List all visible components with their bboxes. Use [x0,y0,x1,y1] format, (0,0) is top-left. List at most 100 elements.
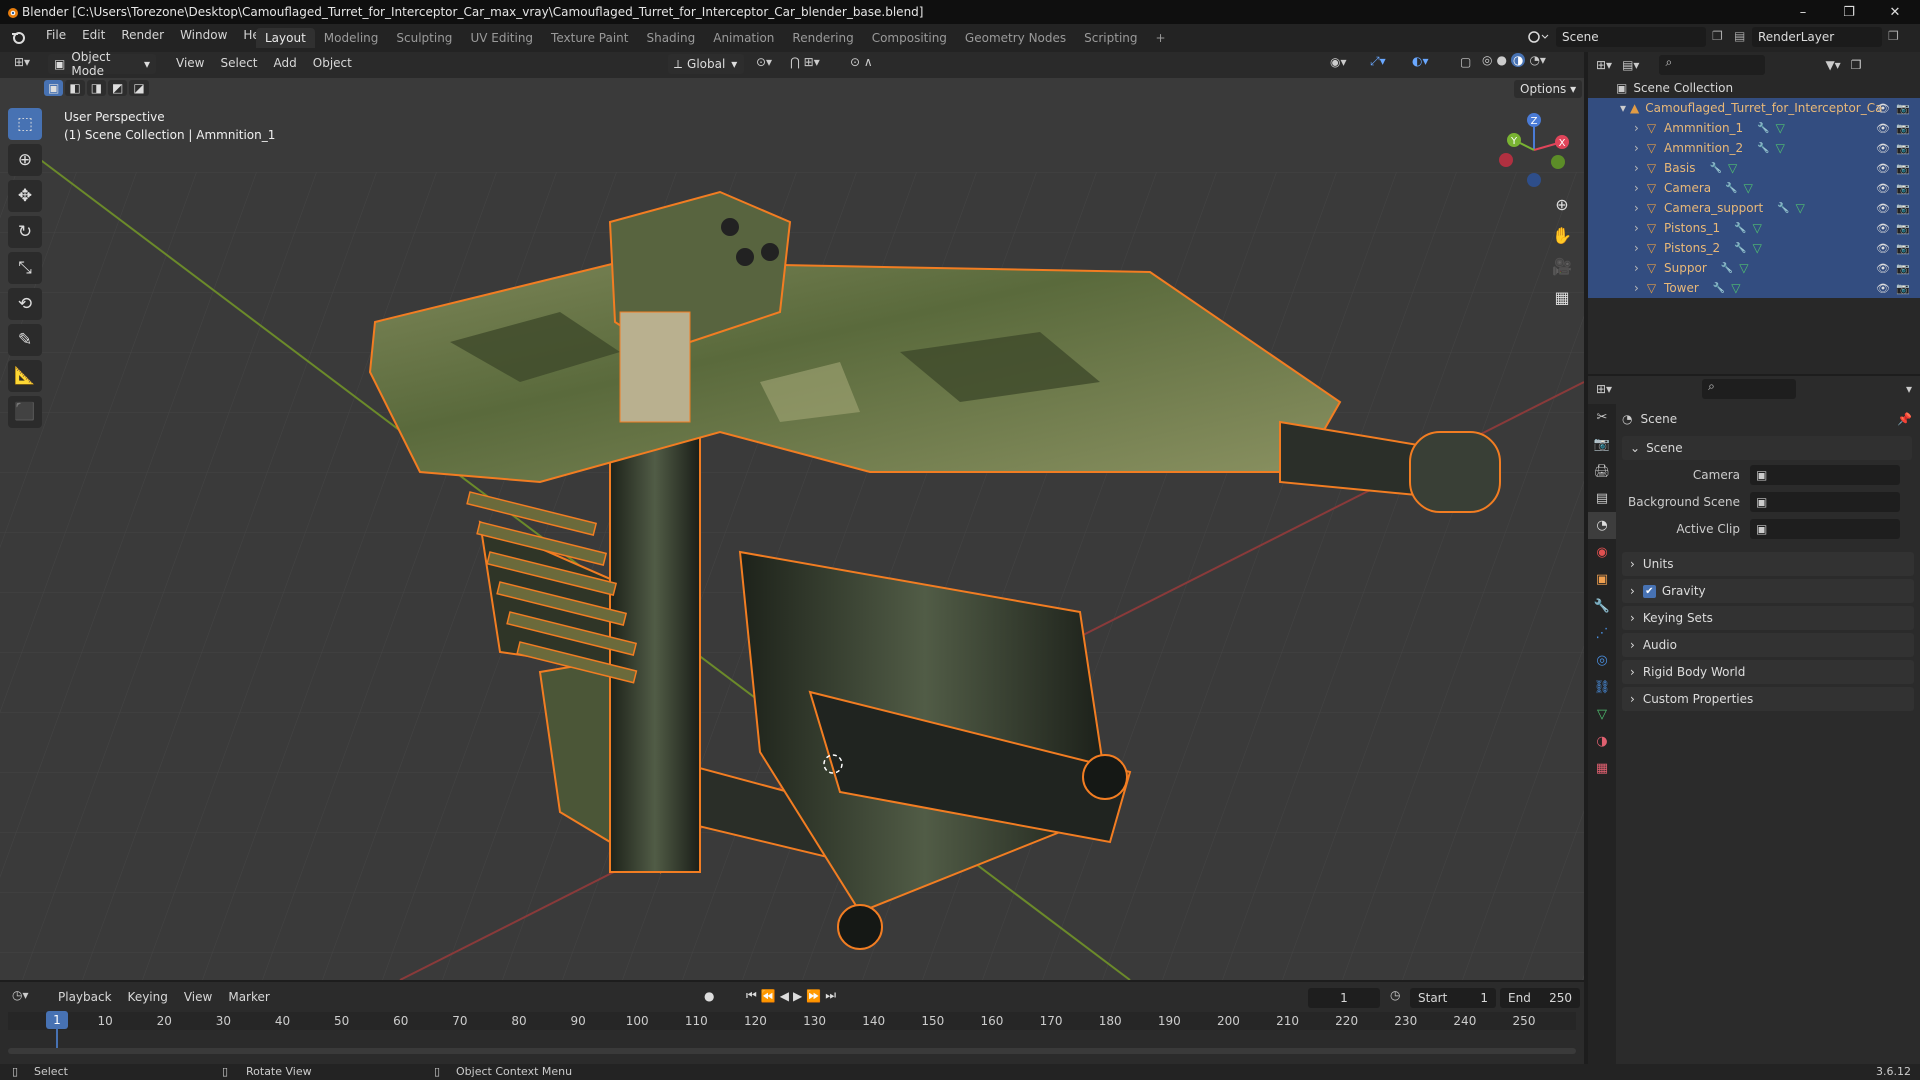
expand-icon[interactable]: › [1634,181,1639,195]
tab-shading[interactable]: Shading [637,28,704,48]
visibility-eye-icon[interactable]: 👁 [1876,182,1890,195]
visibility-eye-icon[interactable]: 👁 [1876,222,1890,235]
render-camera-icon[interactable]: 📷 [1896,282,1910,295]
prev-keyframe-icon[interactable]: ⏪ [761,989,776,1003]
expand-icon[interactable]: › [1634,261,1639,275]
expand-icon[interactable]: ▾ [1620,101,1626,115]
visibility-eye-icon[interactable]: 👁 [1876,102,1890,115]
tab-add[interactable]: + [1147,28,1175,48]
gravity-checkbox[interactable]: ✔ [1642,584,1656,598]
transform-tool-icon[interactable]: ⟲ [8,288,42,320]
properties-search-input[interactable]: ⌕ [1702,379,1796,399]
panel-audio[interactable]: › Audio [1622,633,1914,657]
pan-hand-icon[interactable]: ✋ [1548,221,1576,249]
menu-window[interactable]: Window [172,28,235,42]
field-value-active-clip[interactable]: ▣ [1750,518,1900,539]
new-scene-icon[interactable]: ❐ [1712,29,1723,43]
outliner-object-row[interactable]: › ▽ Ammnition_2 🔧 ▽ 👁 📷 [1588,138,1920,158]
tab-sculpting[interactable]: Sculpting [387,28,461,48]
rendered-shading-icon[interactable]: ◔▾ [1529,53,1546,67]
view-layer-field[interactable]: RenderLayer [1752,27,1882,47]
maximize-button[interactable]: ❐ [1826,0,1872,24]
viewport-menu-select[interactable]: Select [212,56,265,70]
viewport-menu-add[interactable]: Add [266,56,305,70]
expand-icon[interactable]: › [1634,281,1639,295]
snap-icon[interactable]: ⋂ ⊞▾ [790,55,820,69]
expand-icon[interactable]: › [1634,201,1639,215]
render-camera-icon[interactable]: 📷 [1896,202,1910,215]
close-button[interactable]: ✕ [1872,0,1918,24]
outliner-object-row[interactable]: › ▽ Tower 🔧 ▽ 👁 📷 [1588,278,1920,298]
visibility-eye-icon[interactable]: 👁 [1876,202,1890,215]
select-extend-icon[interactable]: ◧ [65,80,85,96]
render-camera-icon[interactable]: 📷 [1896,102,1910,115]
timeline-scrollbar[interactable] [8,1048,1576,1054]
expand-icon[interactable]: › [1634,241,1639,255]
output-tab-icon[interactable]: 🖨 [1588,458,1616,485]
scene-selector-icon[interactable] [1526,28,1550,46]
render-camera-icon[interactable]: 📷 [1896,142,1910,155]
outliner-object-row[interactable]: › ▽ Ammnition_1 🔧 ▽ 👁 📷 [1588,118,1920,138]
outliner-display-mode-icon[interactable]: ▤▾ [1622,58,1639,72]
timeline-menu-keying[interactable]: Keying [120,990,176,1004]
panel-units[interactable]: › Units [1622,552,1914,576]
view-layer-tab-icon[interactable]: ▤ [1588,485,1616,512]
expand-icon[interactable]: › [1634,141,1639,155]
proportional-edit-icon[interactable]: ⊙ ∧ [850,55,873,69]
material-shading-icon[interactable]: ◑ [1510,53,1526,67]
play-icon[interactable]: ▶ [793,989,802,1003]
select-new-icon[interactable]: ▣ [44,80,64,96]
menu-file[interactable]: File [38,28,74,42]
3d-viewport[interactable] [0,52,1584,980]
new-view-layer-icon[interactable]: ❐ [1888,29,1899,43]
annotate-tool-icon[interactable]: ✎ [8,324,42,356]
render-tab-icon[interactable]: 📷 [1588,431,1616,458]
outliner-object-row[interactable]: › ▽ Pistons_2 🔧 ▽ 👁 📷 [1588,238,1920,258]
minimize-button[interactable]: – [1780,0,1826,24]
timeline-menu-view[interactable]: View [176,990,220,1004]
camera-view-icon[interactable]: 🎥 [1548,252,1576,280]
outliner-object-row[interactable]: › ▽ Suppor 🔧 ▽ 👁 📷 [1588,258,1920,278]
outliner-editor-type-icon[interactable]: ⊞▾ [1596,58,1612,72]
blender-menu-icon[interactable] [10,29,26,45]
texture-tab-icon[interactable]: ▦ [1588,755,1616,782]
ortho-grid-icon[interactable]: ▦ [1548,283,1576,311]
outliner-object-row[interactable]: › ▽ Camera_support 🔧 ▽ 👁 📷 [1588,198,1920,218]
pivot-icon[interactable]: ⊙▾ [756,55,772,69]
scene-tab-icon[interactable]: ◔ [1588,512,1616,539]
outliner-object-row[interactable]: › ▽ Basis 🔧 ▽ 👁 📷 [1588,158,1920,178]
visibility-eye-icon[interactable]: 👁 [1876,282,1890,295]
panel-rigid-body-world[interactable]: › Rigid Body World [1622,660,1914,684]
render-camera-icon[interactable]: 📷 [1896,242,1910,255]
outliner-search-input[interactable]: ⌕ [1659,55,1766,75]
next-keyframe-icon[interactable]: ⏩ [806,989,821,1003]
visibility-eye-icon[interactable]: 👁 [1876,122,1890,135]
menu-edit[interactable]: Edit [74,28,113,42]
visibility-eye-icon[interactable]: 👁 [1876,142,1890,155]
play-reverse-icon[interactable]: ◀ [780,989,789,1003]
options-dropdown[interactable]: Options ▾ [1514,80,1583,98]
tab-uv-editing[interactable]: UV Editing [461,28,542,48]
outliner-collection-row[interactable]: ▾ ▲ Camouflaged_Turret_for_Interceptor_C… [1588,98,1920,118]
mode-dropdown[interactable]: ▣ Object Mode ▾ [48,50,156,78]
autokey-record-icon[interactable]: ● [704,989,714,1003]
select-intersect-icon[interactable]: ◪ [129,80,149,96]
material-tab-icon[interactable]: ◑ [1588,728,1616,755]
xray-icon[interactable]: ▢ [1460,55,1471,69]
scale-tool-icon[interactable]: ⤡ [8,252,42,284]
viewport-menu-view[interactable]: View [168,56,212,70]
select-invert-icon[interactable]: ◩ [108,80,128,96]
visibility-eye-icon[interactable]: 👁 [1876,242,1890,255]
start-frame-field[interactable]: Start 1 [1410,988,1496,1008]
viewport-menu-object[interactable]: Object [305,56,360,70]
render-camera-icon[interactable]: 📷 [1896,162,1910,175]
expand-icon[interactable]: › [1634,161,1639,175]
wireframe-shading-icon[interactable]: ◎ [1482,53,1492,67]
timeline-menu-marker[interactable]: Marker [220,990,277,1004]
select-box-tool-icon[interactable]: ⬚ [8,108,42,140]
preview-range-icon[interactable]: ◷ [1390,988,1400,1002]
tab-modeling[interactable]: Modeling [315,28,388,48]
end-frame-field[interactable]: End 250 [1500,988,1580,1008]
tab-compositing[interactable]: Compositing [863,28,956,48]
outliner-root-row[interactable]: ▣ Scene Collection [1588,78,1920,98]
